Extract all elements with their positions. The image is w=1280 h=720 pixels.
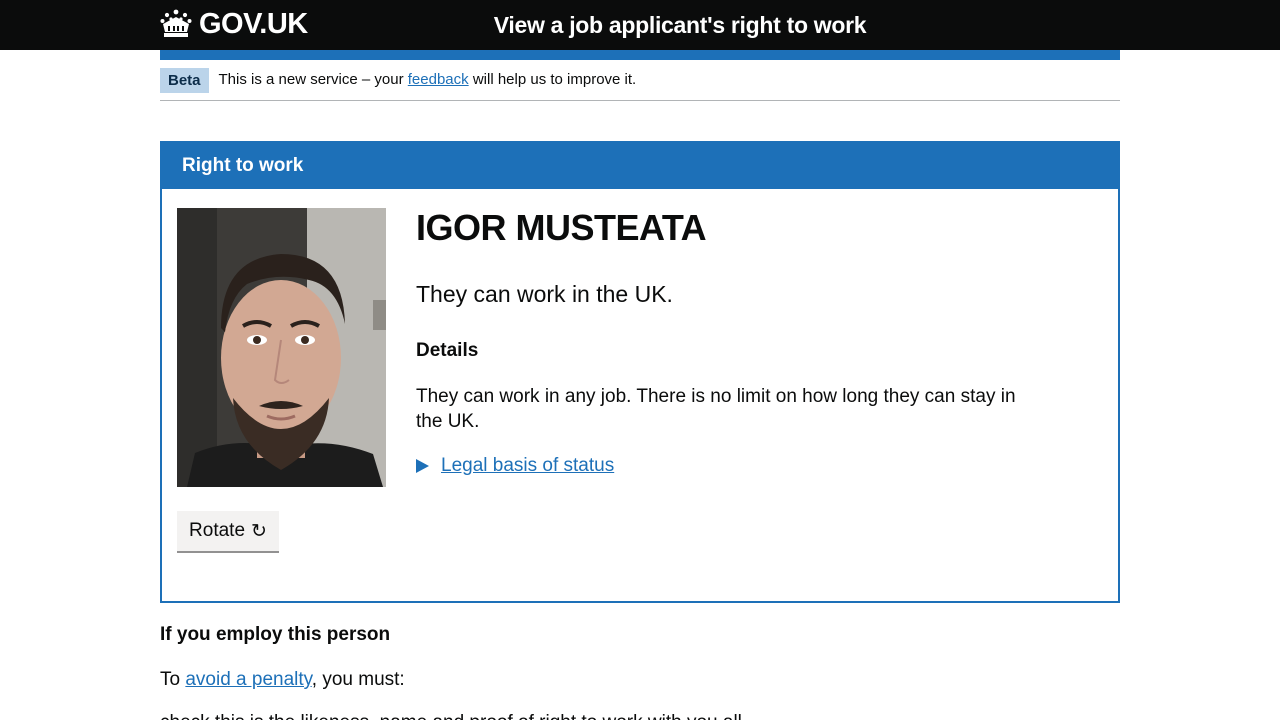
employer-checklist-item: check this is the likeness, name and pro… [160,712,742,720]
penalty-text-before: To [160,669,186,690]
beta-tag: Beta [160,68,209,93]
phase-banner-text: This is a new service – your feedback wi… [219,68,637,92]
applicant-name: IGOR MUSTEATA [416,207,707,248]
header-accent-bar [160,50,1120,60]
right-to-work-panel: Right to work Rotate ↻ IGOR MUSTEATA The… [160,141,1120,603]
rotate-label: Rotate [189,520,246,541]
rotate-icon: ↻ [251,520,267,542]
applicant-photo [177,208,386,487]
site-header: GOV.UK View a job applicant's right to w… [0,0,1280,50]
details-heading: Details [416,340,479,361]
phase-banner: Beta This is a new service – your feedba… [160,68,1120,101]
details-text: They can work in any job. There is no li… [416,386,1016,432]
phase-text-after: will help us to improve it. [468,71,637,88]
avoid-penalty-link[interactable]: avoid a penalty [185,669,311,690]
legal-basis-link[interactable]: Legal basis of status [441,455,614,477]
penalty-text-after: , you must: [311,669,405,690]
phase-text-before: This is a new service – your [218,71,408,88]
penalty-paragraph: To avoid a penalty, you must: [160,669,405,691]
panel-title: Right to work [162,143,1118,189]
feedback-link[interactable]: feedback [408,71,469,88]
work-status: They can work in the UK. [416,281,673,307]
rotate-button[interactable]: Rotate ↻ [177,511,279,551]
employ-heading: If you employ this person [160,624,391,645]
service-name: View a job applicant's right to work [493,12,867,38]
legal-basis-toggle[interactable]: Legal basis of status [416,455,614,477]
applicant-photo-image [177,208,386,487]
triangle-right-icon [416,459,429,473]
